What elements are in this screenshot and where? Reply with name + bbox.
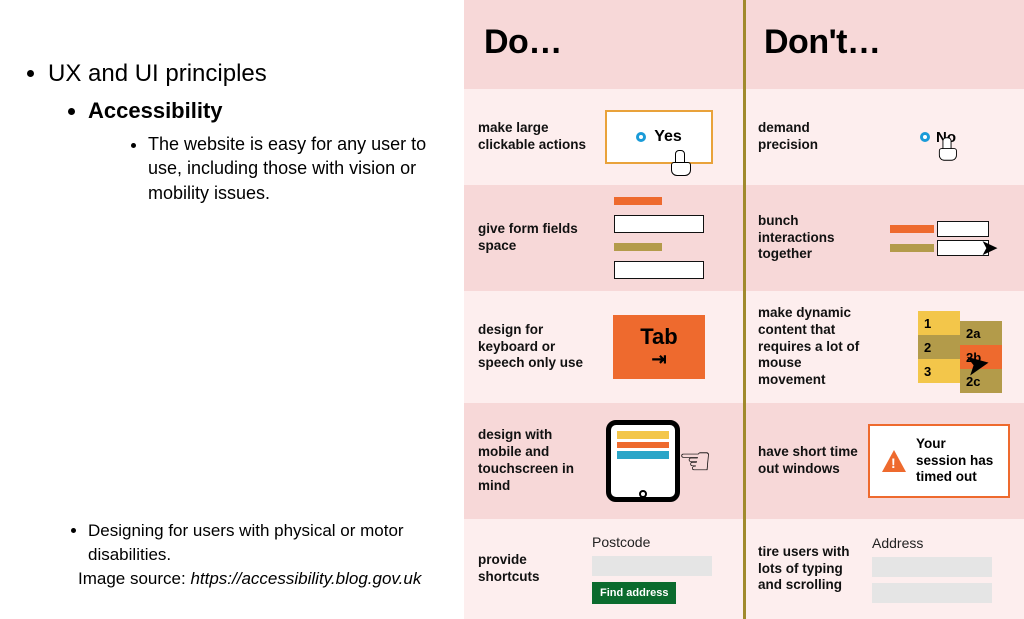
image-source: Image source: https://accessibility.blog… — [78, 569, 454, 589]
text-input-icon — [872, 583, 992, 603]
dont-label-5: tire users with lots of typing and scrol… — [758, 544, 868, 595]
cursor-hand-icon — [937, 137, 957, 160]
pointing-hand-icon: ☞ — [678, 439, 712, 484]
field-label-icon — [614, 243, 662, 251]
do-label-5: provide shortcuts — [478, 552, 588, 586]
tab-text: Tab — [640, 326, 677, 348]
address-typing-example: Address — [872, 535, 992, 603]
radio-icon — [920, 132, 930, 142]
dont-title: Don't… — [764, 23, 881, 62]
tablet-icon — [606, 420, 680, 502]
postcode-label: Postcode — [592, 534, 712, 550]
heading-lvl1: UX and UI principles — [48, 60, 454, 88]
tab-arrow-icon: ⇥ — [651, 350, 666, 368]
heading-lvl2: Accessibility — [88, 98, 454, 124]
bullet-list: UX and UI principles Accessibility The w… — [30, 60, 454, 205]
cursor-arrow-icon: ➤ — [980, 235, 998, 261]
poster: Do… Don't… make large clickable actions … — [464, 0, 1024, 619]
column-divider — [743, 0, 746, 619]
submenu-item: 2a — [960, 321, 1002, 345]
field-label-icon — [890, 225, 934, 233]
menu-item: 3 — [918, 359, 960, 383]
header-do: Do… — [464, 0, 744, 89]
cursor-hand-icon — [669, 150, 691, 176]
radio-icon — [636, 132, 646, 142]
timeout-alert: Your session has timed out — [868, 424, 1010, 499]
tab-key-icon: Tab ⇥ — [613, 315, 705, 379]
do-label-3: design for keyboard or speech only use — [478, 322, 588, 373]
body-lvl3: The website is easy for any user to use,… — [148, 132, 454, 205]
input-box-icon — [614, 261, 704, 279]
find-address-button: Find address — [592, 582, 676, 604]
dont-label-1: demand precision — [758, 120, 868, 154]
do-title: Do… — [484, 23, 562, 62]
header-dont: Don't… — [744, 0, 1024, 89]
dont-label-4: have short time out windows — [758, 444, 868, 478]
address-label: Address — [872, 535, 992, 551]
input-box-icon — [614, 215, 704, 233]
yes-text: Yes — [654, 128, 682, 146]
large-button-example: Yes — [605, 110, 713, 164]
spaced-form-example — [614, 197, 704, 279]
dont-label-2: bunch interactions together — [758, 213, 868, 264]
field-label-icon — [890, 244, 934, 252]
timeout-text: Your session has timed out — [916, 436, 996, 487]
dont-label-3: make dynamic content that requires a lot… — [758, 305, 868, 389]
caption-text: Designing for users with physical or mot… — [88, 519, 454, 567]
do-label-2: give form fields space — [478, 221, 588, 255]
caption-block: Designing for users with physical or mot… — [30, 519, 454, 599]
small-radio-example: No — [920, 112, 958, 162]
postcode-shortcut-example: Postcode Find address — [592, 534, 712, 604]
do-label-4: design with mobile and touchscreen in mi… — [478, 427, 588, 495]
text-input-icon — [872, 557, 992, 577]
text-input-icon — [592, 556, 712, 576]
do-label-1: make large clickable actions — [478, 120, 588, 154]
text-panel: UX and UI principles Accessibility The w… — [0, 0, 464, 619]
bunched-form-example: ➤ — [890, 221, 989, 256]
menu-item: 1 — [918, 311, 960, 335]
nested-menu-example: 1 2 3 2a 2b 2c ➤ — [918, 311, 960, 383]
warning-icon — [882, 450, 906, 472]
menu-item: 2 — [918, 335, 960, 359]
field-label-icon — [614, 197, 662, 205]
